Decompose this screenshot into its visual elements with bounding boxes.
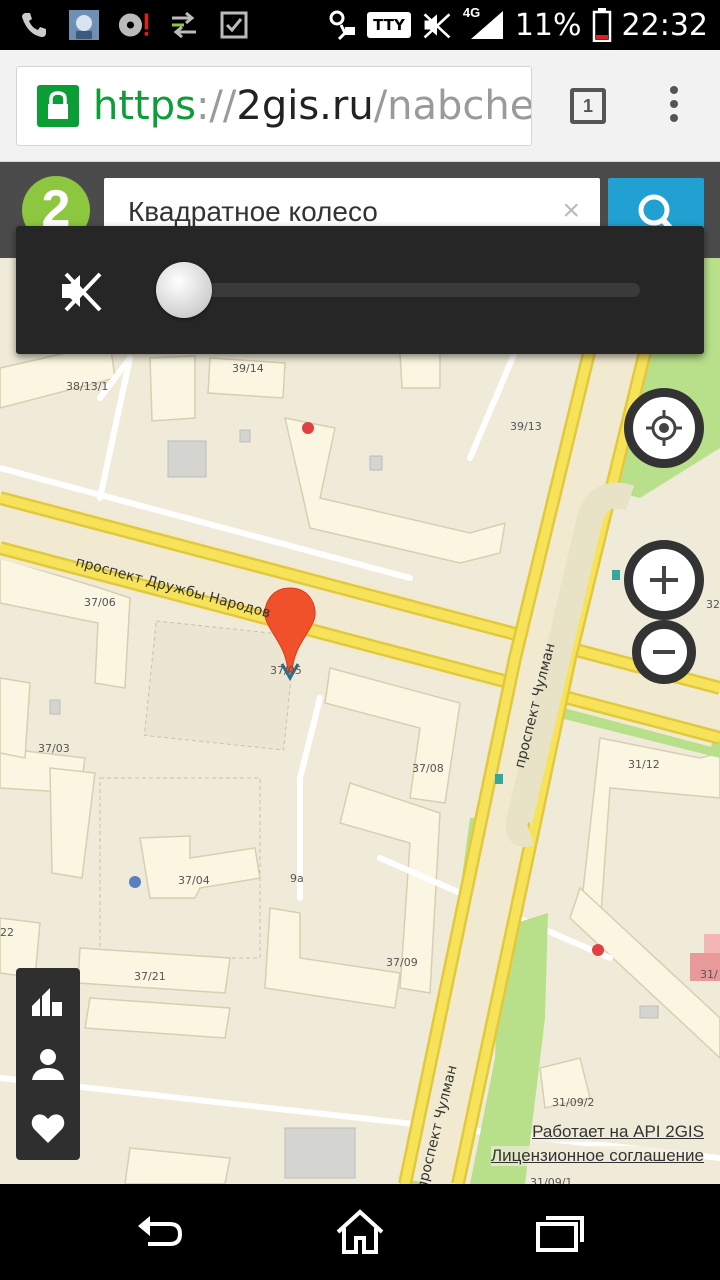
map-canvas[interactable]: 38/13/1 39/14 39/13 37/06 37/05 37/03 37… xyxy=(0,258,720,1184)
layers-panel xyxy=(16,968,80,1160)
bluetooth-icon xyxy=(325,9,357,41)
search-query: Квадратное колесо xyxy=(128,196,378,227)
building-label: 37/21 xyxy=(134,970,166,983)
crosshair-icon xyxy=(646,410,682,446)
tty-icon: TTY xyxy=(367,12,411,38)
person-icon[interactable] xyxy=(28,1044,68,1084)
address-bar[interactable]: https://2gis.ru/nabcheln xyxy=(16,66,532,146)
volume-slider-track[interactable] xyxy=(200,283,640,297)
phone-call-icon xyxy=(18,9,50,41)
mute-icon[interactable] xyxy=(58,268,104,314)
lock-icon xyxy=(37,85,79,127)
network-label: 4G xyxy=(462,5,481,20)
cd-alert-icon xyxy=(118,9,150,41)
url-separator: :// xyxy=(195,83,237,129)
map-graphics xyxy=(0,258,720,1184)
battery-icon xyxy=(592,8,612,42)
heart-icon[interactable] xyxy=(28,1108,68,1148)
building-label: 32 xyxy=(706,598,720,611)
back-icon[interactable] xyxy=(134,1208,186,1256)
volume-panel xyxy=(16,226,704,354)
clock: 22:32 xyxy=(621,7,708,43)
battery-percent: 11% xyxy=(514,7,582,43)
building-label: 31/09/1 xyxy=(530,1176,573,1184)
plus-icon xyxy=(650,566,678,594)
status-bar: TTY 4G 11% 22:32 xyxy=(0,0,720,50)
recent-apps-icon[interactable] xyxy=(534,1208,586,1256)
building-label: 37/09 xyxy=(386,956,418,969)
url-host: 2gis.ru xyxy=(236,83,374,129)
home-icon[interactable] xyxy=(334,1208,386,1256)
building-label: 39/13 xyxy=(510,420,542,433)
building-label: 37/04 xyxy=(178,874,210,887)
building-label: 37/03 xyxy=(38,742,70,755)
building-label: 22 xyxy=(0,926,14,939)
api-link[interactable]: Работает на API 2GIS xyxy=(532,1122,704,1142)
volume-slider-thumb[interactable] xyxy=(156,262,212,318)
buildings-layer-icon[interactable] xyxy=(28,982,68,1022)
my-location-button[interactable] xyxy=(624,388,704,468)
sync-arrows-icon xyxy=(168,9,200,41)
overflow-menu-icon[interactable] xyxy=(664,86,684,130)
url-text: https://2gis.ru/nabcheln xyxy=(93,83,532,129)
building-label: 37/08 xyxy=(412,762,444,775)
building-label: 9а xyxy=(290,872,304,885)
building-label: 37/06 xyxy=(84,596,116,609)
signal-icon: 4G xyxy=(463,5,505,41)
browser-toolbar: https://2gis.ru/nabcheln 1 xyxy=(0,50,720,162)
clear-search-icon[interactable]: × xyxy=(562,194,580,228)
minus-icon xyxy=(653,650,675,654)
zoom-in-button[interactable] xyxy=(624,540,704,620)
checkbox-icon xyxy=(218,9,250,41)
building-label: 31/ xyxy=(700,968,718,981)
building-label: 31/12 xyxy=(628,758,660,771)
app-avatar-icon xyxy=(68,9,100,41)
url-scheme: https xyxy=(93,83,196,129)
building-label: 31/09/2 xyxy=(552,1096,595,1109)
url-path: /nabcheln xyxy=(373,83,532,129)
building-label: 37/05 xyxy=(270,664,302,677)
tab-switcher-button[interactable]: 1 xyxy=(570,88,606,124)
zoom-out-button[interactable] xyxy=(632,620,696,684)
building-label: 39/14 xyxy=(232,362,264,375)
mute-icon xyxy=(421,9,453,41)
system-nav-bar xyxy=(0,1184,720,1280)
building-label: 38/13/1 xyxy=(66,380,109,393)
license-link[interactable]: Лицензионное соглашение xyxy=(491,1146,704,1166)
